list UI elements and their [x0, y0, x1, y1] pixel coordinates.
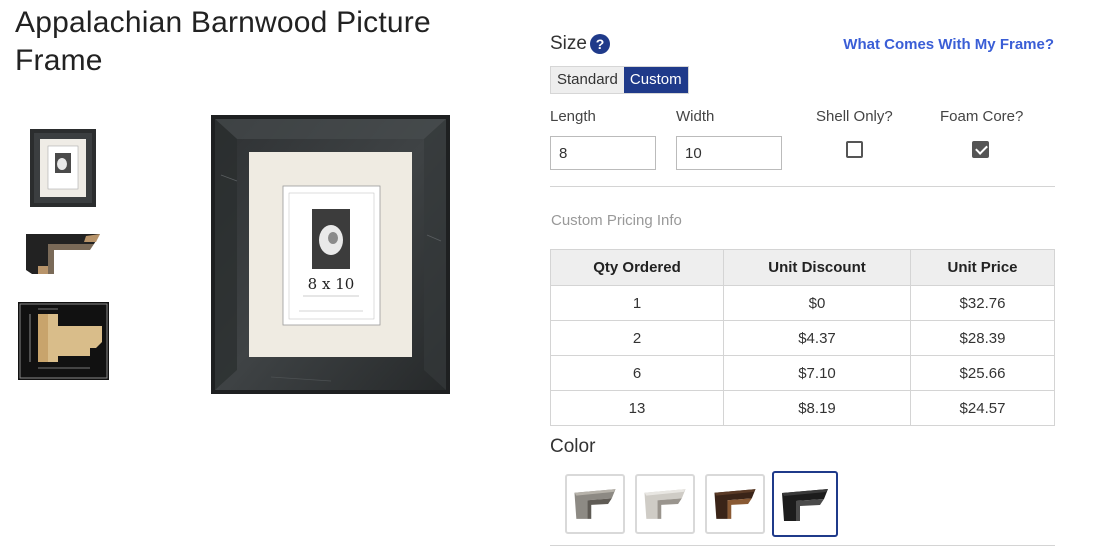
color-swatch-black[interactable] [772, 471, 838, 537]
width-input[interactable] [676, 136, 782, 170]
price-cell: $28.39 [910, 320, 1055, 356]
table-row: 6 $7.10 $25.66 [550, 355, 1055, 391]
pricing-table: Qty Ordered Unit Discount Unit Price 1 $… [550, 249, 1055, 426]
table-row: 13 $8.19 $24.57 [550, 390, 1055, 426]
qty-cell: 13 [550, 390, 724, 426]
product-main-image[interactable]: 8 x 10 [211, 115, 450, 394]
thumbnail-framed-photo[interactable] [30, 129, 96, 207]
length-input[interactable] [550, 136, 656, 170]
foam-core-checkbox[interactable] [972, 141, 989, 158]
custom-size-button[interactable]: Custom [623, 67, 688, 93]
standard-size-button[interactable]: Standard [551, 67, 624, 93]
what-comes-with-frame-link[interactable]: What Comes With My Frame? [843, 36, 1054, 53]
price-cell: $25.66 [910, 355, 1055, 391]
qty-cell: 2 [550, 320, 724, 356]
table-row: 1 $0 $32.76 [550, 285, 1055, 321]
price-cell: $32.76 [910, 285, 1055, 321]
table-header-row: Qty Ordered Unit Discount Unit Price [550, 249, 1055, 286]
length-label: Length [550, 108, 596, 125]
qty-cell: 6 [550, 355, 724, 391]
divider [550, 186, 1055, 187]
shell-only-checkbox[interactable] [846, 141, 863, 158]
color-swatch-white[interactable] [635, 474, 695, 534]
discount-cell: $4.37 [723, 320, 911, 356]
custom-pricing-label: Custom Pricing Info [551, 212, 682, 229]
width-label: Width [676, 108, 715, 125]
discount-cell: $8.19 [723, 390, 911, 426]
size-type-toggle: Standard Custom [550, 66, 689, 94]
size-label: Size [550, 33, 587, 54]
product-title: Appalachian Barnwood Picture Frame [15, 6, 431, 77]
help-icon[interactable]: ? [590, 34, 610, 54]
discount-cell: $0 [723, 285, 911, 321]
color-label: Color [550, 436, 596, 457]
qty-cell: 1 [550, 285, 724, 321]
divider [550, 545, 1055, 546]
mat-label: 8 x 10 [308, 275, 355, 293]
foam-core-label: Foam Core? [940, 108, 1024, 125]
table-row: 2 $4.37 $28.39 [550, 320, 1055, 356]
column-header: Qty Ordered [550, 249, 724, 286]
color-swatch-gray[interactable] [565, 474, 625, 534]
column-header: Unit Discount [723, 249, 911, 286]
thumbnail-frame-corner[interactable] [24, 230, 102, 278]
column-header: Unit Price [910, 249, 1055, 286]
price-cell: $24.57 [910, 390, 1055, 426]
shell-only-label: Shell Only? [816, 108, 893, 125]
thumbnail-profile-diagram[interactable] [18, 302, 109, 380]
discount-cell: $7.10 [723, 355, 911, 391]
color-swatch-brown[interactable] [705, 474, 765, 534]
